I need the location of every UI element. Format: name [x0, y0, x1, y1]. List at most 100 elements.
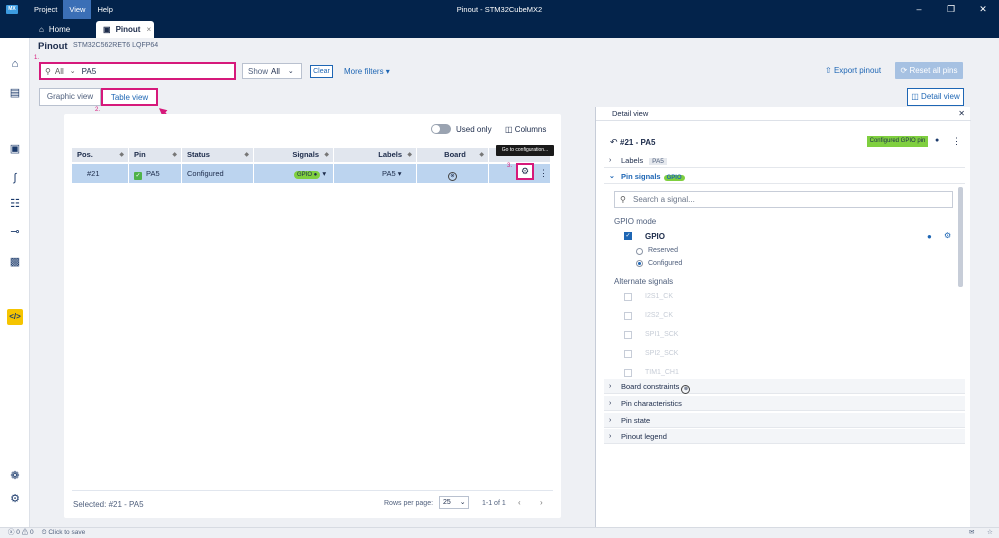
- export-pinout-button[interactable]: ⇧ Export pinout: [825, 66, 881, 75]
- signal-chip: GPIO: [663, 175, 685, 181]
- col-board[interactable]: Board ◆: [417, 148, 489, 162]
- col-pos[interactable]: Pos. ◆: [72, 148, 129, 162]
- col-labels[interactable]: Labels ◆: [334, 148, 417, 162]
- plugin-icon[interactable]: ❁: [7, 468, 23, 484]
- more-filters-button[interactable]: More filters ▾: [344, 67, 390, 76]
- go-to-configuration-button[interactable]: ⚙: [516, 163, 534, 180]
- search-input[interactable]: PA5: [82, 67, 97, 76]
- pinout-icon[interactable]: ▣: [7, 141, 23, 157]
- col-status[interactable]: Status ◆: [182, 148, 254, 162]
- alt-signal-checkbox[interactable]: [624, 369, 632, 377]
- show-select[interactable]: Show All ⌄: [242, 63, 302, 79]
- search-filter[interactable]: ⚲ All ⌄ PA5: [39, 62, 236, 80]
- section-pin-characteristics-title: Pin characteristics: [621, 399, 682, 408]
- home-icon[interactable]: ⌂: [7, 56, 23, 72]
- gear-icon[interactable]: ⚙: [944, 231, 951, 240]
- cell-labels[interactable]: PA5 ▾: [334, 164, 417, 183]
- cell-board: ⊗: [417, 164, 489, 183]
- section-labels[interactable]: › Labels PA5: [604, 153, 965, 168]
- reset-all-pins-button[interactable]: ⟳ Reset all pins: [895, 62, 963, 79]
- pin-table-card: Used only ◫ Columns Pos. ◆ Pin ◆ Status ◆ S…: [64, 114, 561, 518]
- col-pin-label: Pin: [134, 150, 146, 159]
- alt-signal-checkbox[interactable]: [624, 312, 632, 320]
- caret-down-icon: ▾: [385, 67, 390, 76]
- chevron-right-icon: ›: [609, 433, 612, 440]
- menu-help[interactable]: Help: [91, 0, 118, 19]
- alt-signal-checkbox[interactable]: [624, 331, 632, 339]
- col-signals[interactable]: Signals ◆: [254, 148, 334, 162]
- gpio-checkbox[interactable]: ✓: [624, 232, 632, 240]
- pin-icon[interactable]: ●: [935, 137, 939, 144]
- settings-icon[interactable]: ⚙: [7, 491, 23, 507]
- scrollbar[interactable]: [958, 187, 963, 287]
- sort-icon[interactable]: ◆: [479, 148, 484, 162]
- cell-signals[interactable]: GPIO ● ▾: [254, 164, 334, 183]
- sort-icon[interactable]: ◆: [324, 148, 329, 162]
- chevron-right-icon: ›: [609, 400, 612, 407]
- search-icon: ⚲: [620, 195, 626, 204]
- left-rail: ⌂ ▤ ▣ ∫ ☷ ⊸ ▩ </> ❁ ⚙: [0, 38, 30, 527]
- sort-icon[interactable]: ◆: [172, 148, 177, 162]
- sort-icon[interactable]: ◆: [244, 148, 249, 162]
- caret-down-icon[interactable]: ▾: [398, 169, 402, 178]
- table-row[interactable]: #21 ✓ PA5 Configured GPIO ● ▾ PA5 ▾ ⊗ ⋮: [72, 164, 550, 183]
- export-label: Export pinout: [833, 66, 882, 75]
- more-filters-label: More filters: [344, 67, 384, 76]
- caret-down-icon[interactable]: ▾: [322, 169, 326, 178]
- close-icon[interactable]: ✕: [958, 107, 965, 121]
- menu-view[interactable]: View: [63, 0, 92, 19]
- feedback-icon[interactable]: ☆: [987, 528, 993, 538]
- signal-search-input[interactable]: ⚲ Search a signal...: [614, 191, 953, 208]
- more-vertical-icon[interactable]: ⋮: [539, 164, 548, 183]
- clock-icon[interactable]: ∫: [7, 170, 23, 186]
- peripherals-icon[interactable]: ☷: [7, 196, 23, 212]
- step-label-1: 1.: [34, 55, 40, 61]
- minimize-icon[interactable]: –: [903, 0, 935, 19]
- middleware-icon[interactable]: ⊸: [7, 224, 23, 240]
- bell-icon[interactable]: ✉: [969, 528, 974, 538]
- filter-scope[interactable]: All: [55, 67, 64, 76]
- section-board-constraints[interactable]: › Board constraints ⊗: [604, 379, 965, 394]
- detail-view-button[interactable]: ◫ Detail view: [907, 88, 964, 106]
- tab-pinout[interactable]: ▣ Pinout ×: [96, 21, 154, 38]
- table-view-tab[interactable]: Table view: [101, 88, 158, 106]
- sort-icon[interactable]: ◆: [407, 148, 412, 162]
- search-icon: ⚲: [45, 66, 51, 76]
- maximize-icon[interactable]: ❐: [935, 0, 967, 19]
- back-icon[interactable]: ↶: [610, 137, 618, 148]
- save-status[interactable]: Click to save: [48, 529, 85, 536]
- section-pin-state[interactable]: › Pin state: [604, 413, 965, 428]
- sort-icon[interactable]: ◆: [119, 148, 124, 162]
- tab-home[interactable]: ⌂ Home: [32, 21, 92, 38]
- next-page-icon[interactable]: ›: [540, 498, 543, 507]
- close-icon[interactable]: ✕: [967, 0, 999, 19]
- alt-signal-checkbox[interactable]: [624, 293, 632, 301]
- col-board-label: Board: [444, 150, 466, 159]
- reserved-radio[interactable]: [636, 248, 643, 255]
- chevron-down-icon[interactable]: ⌄: [70, 67, 76, 75]
- clear-button[interactable]: Clear: [310, 65, 333, 78]
- tab-close-icon[interactable]: ×: [146, 25, 151, 34]
- section-pin-characteristics[interactable]: › Pin characteristics: [604, 396, 965, 411]
- columns-button[interactable]: ◫ Columns: [505, 125, 546, 134]
- title-bar: MX Project View Help Pinout - STM32CubeM…: [0, 0, 999, 19]
- problem-counts[interactable]: ⓧ 0 ⚠ 0: [8, 529, 34, 536]
- code-icon[interactable]: </>: [7, 309, 23, 325]
- alt-signal-checkbox[interactable]: [624, 350, 632, 358]
- columns-icon: ◫: [505, 125, 513, 134]
- menu-project[interactable]: Project: [28, 0, 63, 19]
- pin-icon[interactable]: ●: [927, 232, 932, 241]
- section-pinout-legend[interactable]: › Pinout legend: [604, 429, 965, 444]
- window-title: Pinout - STM32CubeMX2: [456, 5, 543, 14]
- section-pin-signals[interactable]: ⌄ Pin signals GPIO: [604, 169, 965, 184]
- configured-label: Configured: [648, 260, 683, 267]
- more-vertical-icon[interactable]: ⋮: [952, 136, 961, 147]
- graphic-view-tab[interactable]: Graphic view: [39, 88, 101, 106]
- rows-per-page-select[interactable]: 25 ⌄: [439, 496, 469, 509]
- project-icon[interactable]: ▩: [7, 254, 23, 270]
- prev-page-icon[interactable]: ‹: [518, 498, 521, 507]
- col-pin[interactable]: Pin ◆: [129, 148, 182, 162]
- configured-radio[interactable]: [636, 260, 643, 267]
- document-chip-icon[interactable]: ▤: [7, 85, 23, 101]
- used-only-toggle[interactable]: [431, 124, 451, 134]
